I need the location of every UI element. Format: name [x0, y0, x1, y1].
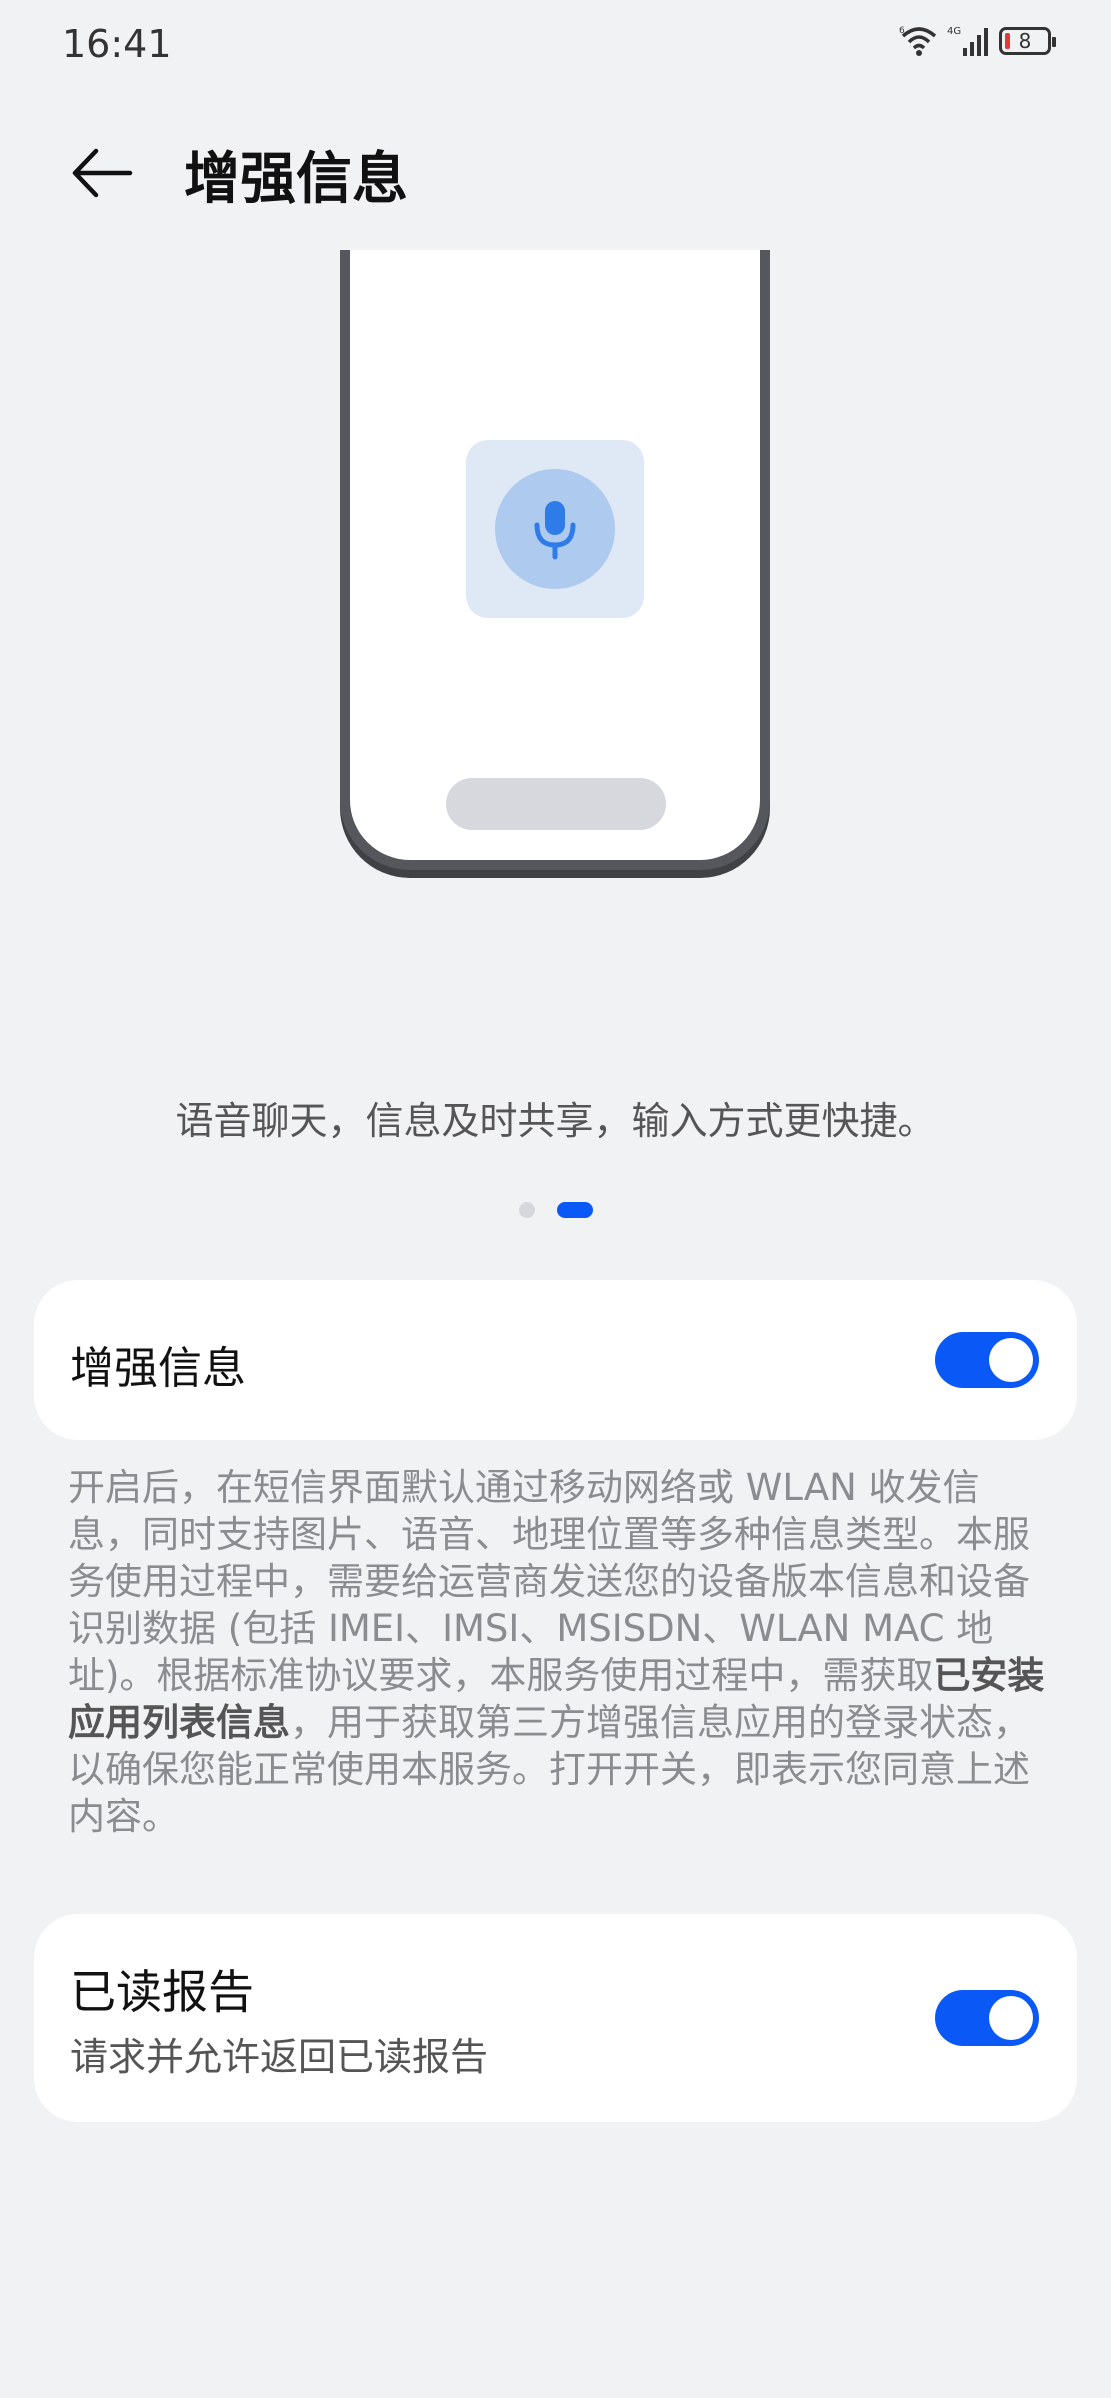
enhanced-messaging-card: 增强信息 — [34, 1280, 1077, 1440]
back-arrow-icon — [72, 148, 133, 198]
microphone-icon — [534, 501, 576, 560]
header: 增强信息 — [0, 120, 1111, 220]
page-dot-2-active[interactable] — [556, 1202, 593, 1218]
battery-level: 8 — [1018, 29, 1032, 53]
illustration — [0, 250, 1111, 890]
voice-input-tile — [466, 440, 644, 618]
read-report-toggle[interactable] — [935, 1990, 1039, 2046]
cellular-signal-icon: 4G — [947, 26, 988, 56]
page-indicator — [0, 1202, 1111, 1218]
enhanced-messaging-description: 开启后，在短信界面默认通过移动网络或 WLAN 收发信息，同时支持图片、语音、地… — [68, 1464, 1048, 1840]
read-report-card: 已读报告 请求并允许返回已读报告 — [34, 1914, 1077, 2122]
toggle-knob — [989, 1338, 1033, 1382]
mic-circle — [495, 469, 615, 589]
enhanced-messaging-toggle[interactable] — [935, 1332, 1039, 1388]
enhanced-messaging-title: 增强信息 — [70, 1343, 246, 1394]
battery-icon: 8 — [999, 27, 1056, 55]
illustration-caption: 语音聊天，信息及时共享，输入方式更快捷。 — [175, 1099, 936, 1143]
page-title: 增强信息 — [184, 147, 408, 212]
status-time: 16:41 — [62, 22, 172, 66]
wifi-icon: 6 — [899, 26, 937, 56]
toggle-knob — [989, 1996, 1033, 2040]
read-report-title: 已读报告 — [70, 1965, 254, 2019]
svg-text:6: 6 — [899, 26, 905, 36]
read-report-subtitle: 请求并允许返回已读报告 — [70, 2035, 489, 2079]
description-text-1: 开启后，在短信界面默认通过移动网络或 WLAN 收发信息，同时支持图片、语音、地… — [68, 1466, 1030, 1697]
home-indicator — [446, 778, 666, 830]
status-bar: 16:41 6 4G 8 — [0, 0, 1111, 90]
status-icons: 6 4G 8 — [899, 24, 1056, 58]
page-dot-1[interactable] — [518, 1202, 535, 1218]
svg-text:4G: 4G — [947, 26, 961, 37]
back-button[interactable] — [62, 138, 142, 208]
